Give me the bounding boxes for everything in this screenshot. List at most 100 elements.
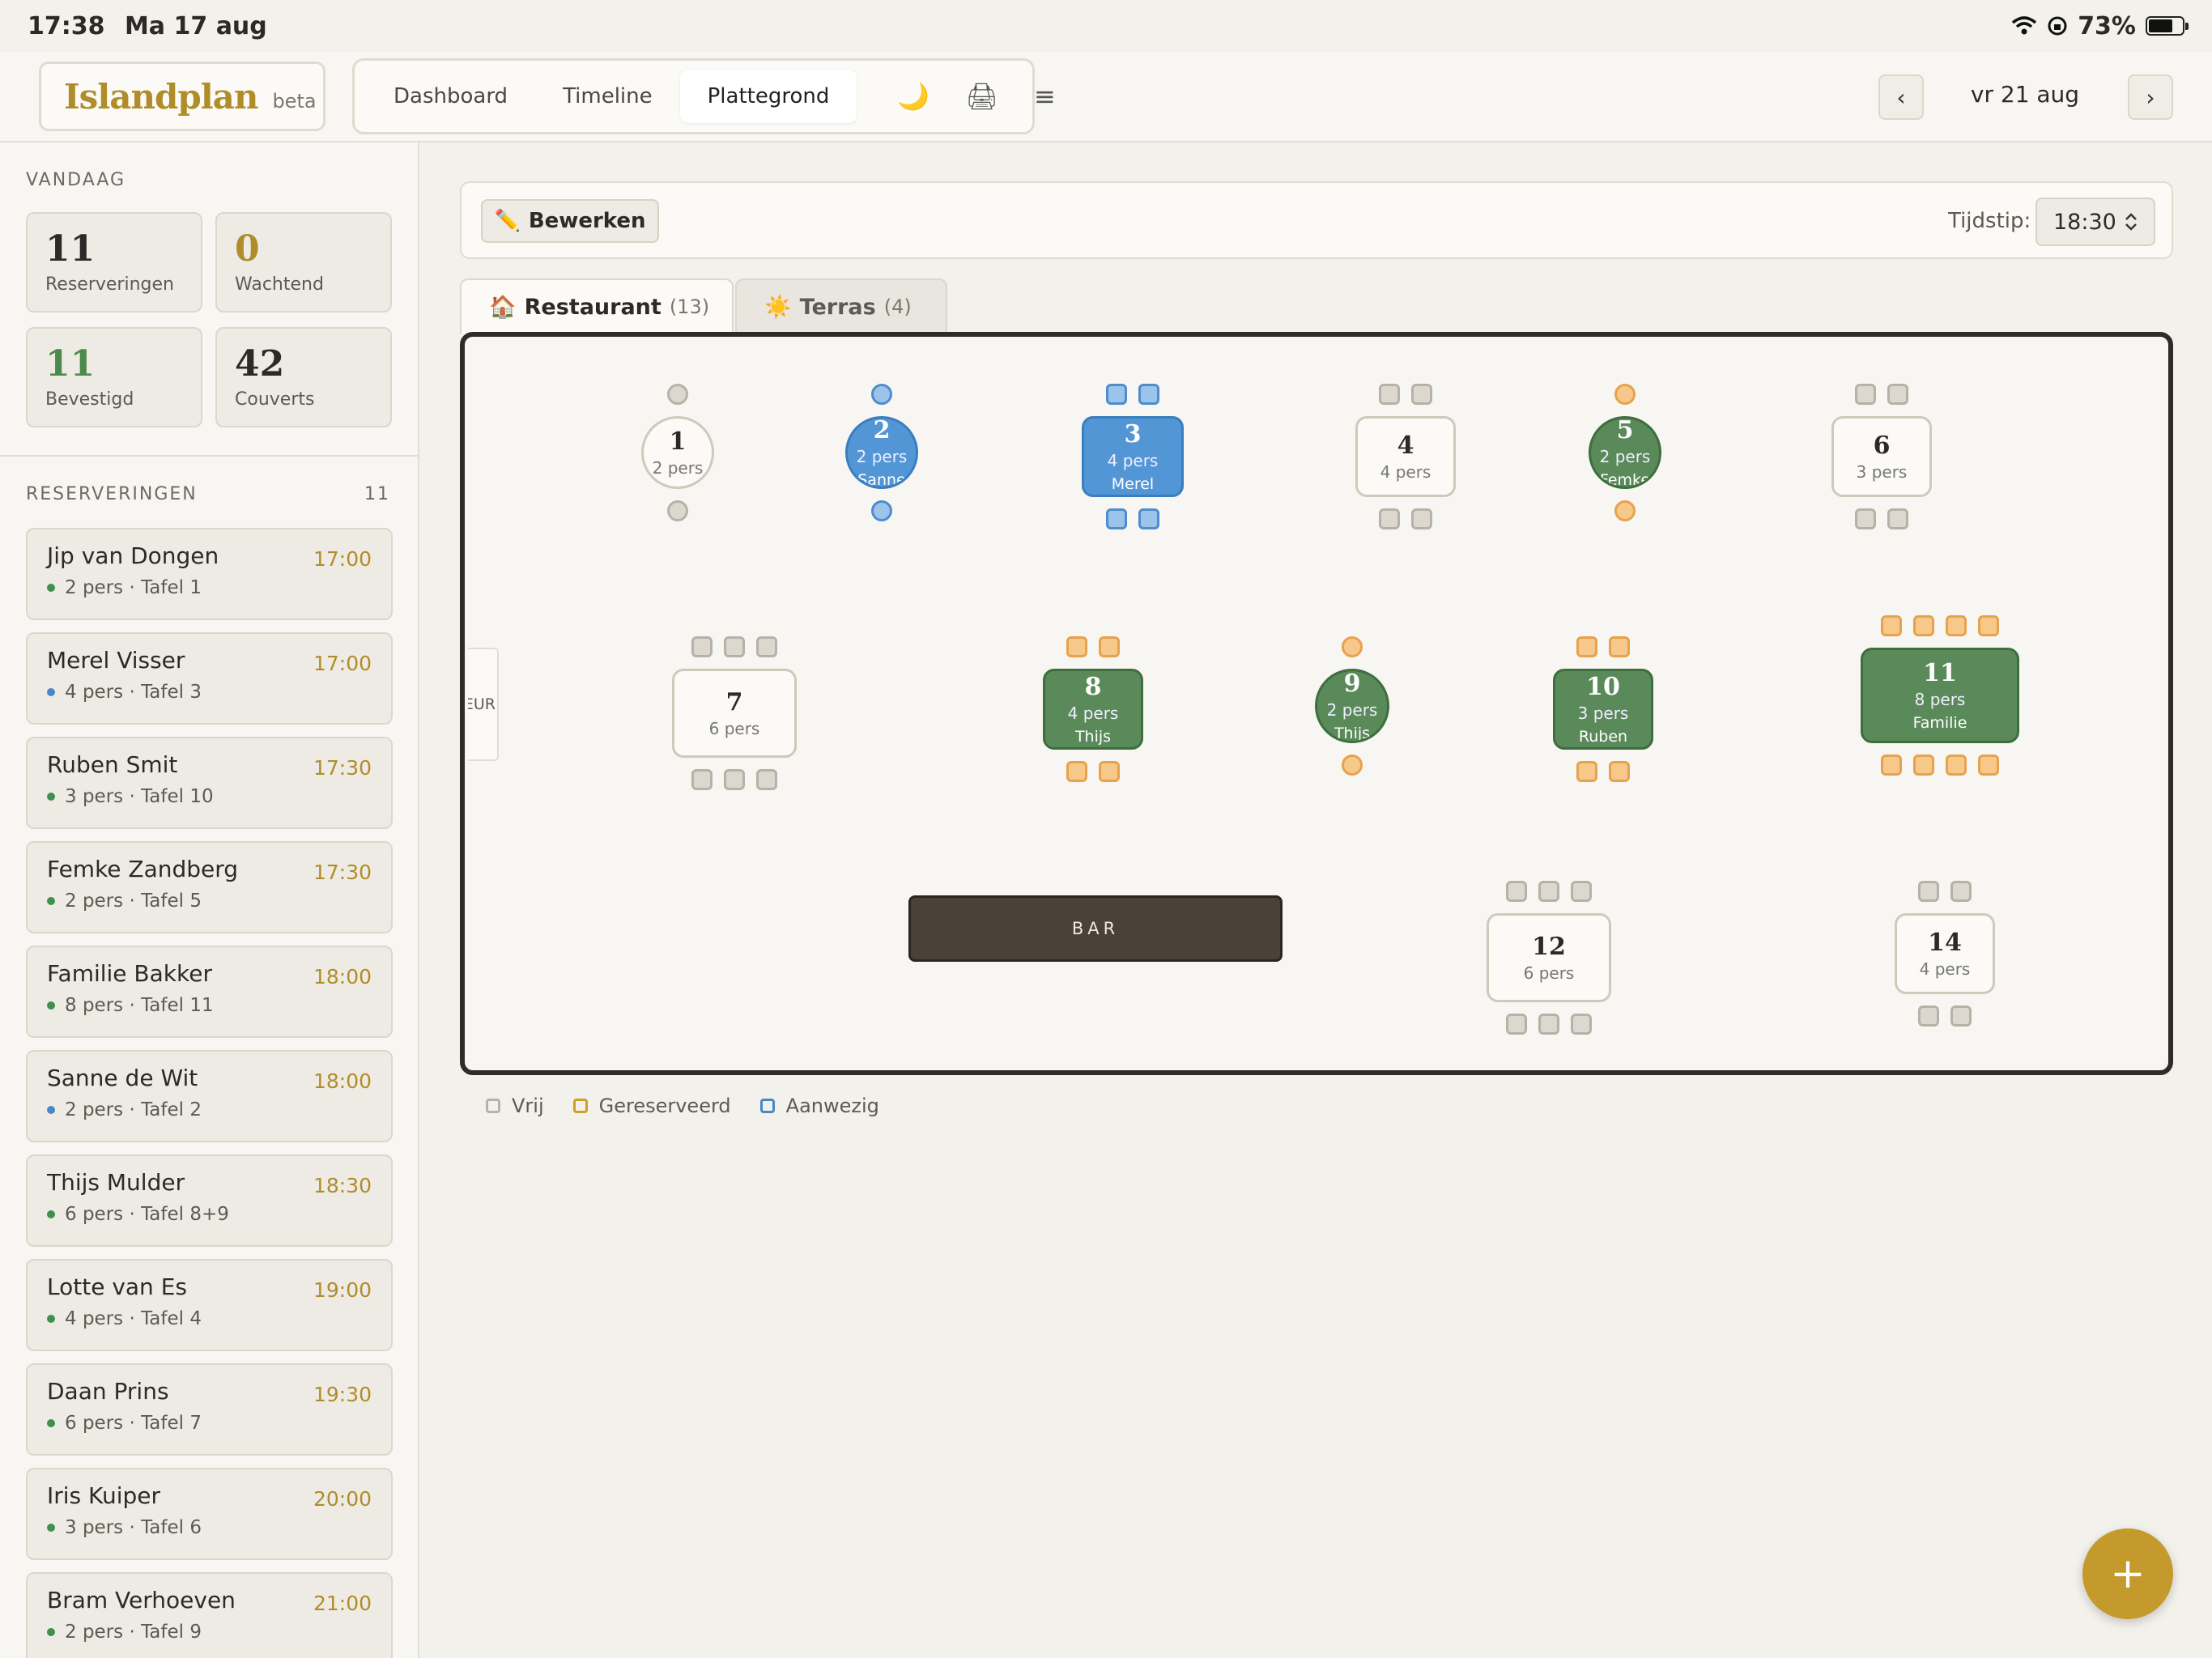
table-capacity: 6 pers: [708, 718, 760, 738]
seat: [1576, 636, 1597, 657]
table-12[interactable]: 12 6 pers: [1487, 913, 1611, 1002]
reservation-card[interactable]: Lotte van Es 19:00 4 pers · Tafel 4: [26, 1259, 393, 1351]
next-date-button[interactable]: ›: [2128, 74, 2173, 120]
seat: [1538, 1014, 1559, 1035]
reservation-card[interactable]: Jip van Dongen 17:00 2 pers · Tafel 1: [26, 528, 393, 620]
logo[interactable]: Islandplan beta: [39, 62, 325, 131]
table-8[interactable]: 84 pers Thijs: [1043, 669, 1143, 750]
reservation-card[interactable]: Ruben Smit 17:30 3 pers · Tafel 10: [26, 737, 393, 829]
table-number: 4: [1397, 431, 1414, 460]
stat-number: 42: [235, 343, 285, 385]
table-3[interactable]: 34 pers Merel: [1082, 416, 1184, 497]
table-capacity: 3 pers: [1577, 703, 1629, 723]
reservation-meta: 3 pers · Tafel 10: [65, 786, 214, 807]
table-capacity: 6 pers: [1523, 963, 1575, 983]
time-select[interactable]: 18:30: [2035, 198, 2155, 246]
seat: [1106, 384, 1127, 405]
add-reservation-button[interactable]: +: [2082, 1528, 2173, 1619]
tab-plattegrond[interactable]: Plattegrond: [679, 70, 857, 123]
reservation-card[interactable]: Thijs Mulder 18:30 6 pers · Tafel 8+9: [26, 1154, 393, 1247]
floor-toolbar: ✏️ Bewerken Tijdstip: 18:30: [460, 181, 2173, 259]
reservation-meta: 3 pers · Tafel 6: [65, 1517, 202, 1538]
legend-present: Aanwezig: [759, 1095, 879, 1117]
table-7[interactable]: 76 pers: [672, 669, 797, 758]
app-header: Islandplan beta Dashboard Timeline Platt…: [0, 52, 2212, 142]
table-number: 10: [1586, 672, 1620, 701]
reservation-card[interactable]: Bram Verhoeven 21:00 2 pers · Tafel 9: [26, 1572, 393, 1658]
table-capacity: 4 pers: [1380, 461, 1431, 482]
stat-card: 0 Wachtend: [215, 212, 392, 312]
reservation-card[interactable]: Sanne de Wit 18:00 2 pers · Tafel 2: [26, 1050, 393, 1142]
seat: [1978, 615, 1999, 636]
menu-icon[interactable]: ≡: [1016, 81, 1074, 112]
status-dot: [47, 688, 55, 696]
seat: [1887, 384, 1908, 405]
table-number: 3: [1124, 419, 1142, 449]
stat-label: Reserveringen: [45, 274, 174, 295]
seat: [756, 636, 777, 657]
seat: [1978, 755, 1999, 776]
reservation-meta-row: 3 pers · Tafel 10: [47, 786, 372, 807]
table-1[interactable]: 12 pers: [641, 416, 714, 489]
reservation-card[interactable]: Femke Zandberg 17:30 2 pers · Tafel 5: [26, 841, 393, 933]
reservation-time: 20:00: [313, 1487, 372, 1511]
table-number: 9: [1343, 669, 1361, 698]
prev-date-button[interactable]: ‹: [1878, 74, 1924, 120]
tab-restaurant-label: Restaurant: [524, 294, 661, 320]
tab-restaurant[interactable]: 🏠 Restaurant (13): [460, 278, 734, 334]
stat-number: 11: [45, 343, 96, 385]
stat-number: 0: [235, 228, 260, 270]
table-10[interactable]: 10 3 pers Ruben: [1553, 669, 1653, 750]
wifi-icon: [2012, 16, 2037, 35]
table-4[interactable]: 44 pers: [1355, 416, 1456, 497]
table-6[interactable]: 63 pers: [1831, 416, 1932, 497]
table-2[interactable]: 22 pers Sanne: [845, 416, 918, 489]
reservation-meta-row: 6 pers · Tafel 7: [47, 1413, 372, 1434]
tab-timeline[interactable]: Timeline: [535, 70, 680, 123]
tab-terras-count: (4): [883, 295, 912, 318]
reservation-time: 18:00: [313, 1069, 372, 1093]
tab-terras[interactable]: ☀️ Terras (4): [735, 278, 947, 334]
table-5[interactable]: 52 pers Femke: [1589, 416, 1661, 489]
seat: [1571, 1014, 1592, 1035]
status-right: 73%: [2011, 12, 2189, 40]
seat: [1066, 636, 1087, 657]
status-dot: [47, 897, 55, 905]
seat: [1138, 384, 1159, 405]
stat-number: 11: [45, 228, 96, 270]
reservation-card[interactable]: Iris Kuiper 20:00 3 pers · Tafel 6: [26, 1468, 393, 1560]
legend-present-swatch: [759, 1099, 775, 1113]
seat: [691, 636, 713, 657]
floor-plan: DEUR BAR 12 pers22 persSanne34 persMerel…: [460, 332, 2173, 1075]
table-number: 1: [669, 427, 687, 456]
reservation-card[interactable]: Daan Prins 19:30 6 pers · Tafel 7: [26, 1363, 393, 1456]
print-icon[interactable]: 🖨: [947, 81, 1016, 112]
edit-button[interactable]: ✏️ Bewerken: [481, 199, 659, 243]
status-dot: [47, 1001, 55, 1010]
edit-button-label: Bewerken: [528, 209, 646, 233]
table-14[interactable]: 14 4 pers: [1895, 913, 1995, 994]
seat: [1950, 1005, 1972, 1027]
seat: [1946, 755, 1967, 776]
table-9[interactable]: 92 pers Thijs: [1315, 669, 1389, 743]
table-number: 7: [725, 687, 743, 716]
table-guest: Sanne: [857, 470, 906, 489]
seat: [871, 384, 892, 405]
legend-present-label: Aanwezig: [785, 1095, 879, 1117]
legend-reserved: Gereserveerd: [572, 1095, 731, 1117]
seat: [1506, 1014, 1527, 1035]
legend-free-label: Vrij: [512, 1095, 544, 1117]
tab-dashboard[interactable]: Dashboard: [366, 70, 535, 123]
reservation-card[interactable]: Merel Visser 17:00 4 pers · Tafel 3: [26, 632, 393, 725]
table-number: 12: [1532, 932, 1566, 961]
status-date: Ma 17 aug: [124, 11, 267, 40]
moon-icon[interactable]: 🌙: [879, 81, 947, 112]
seat: [1379, 384, 1400, 405]
legend-reserved-swatch: [572, 1099, 588, 1113]
legend: Vrij Gereserveerd Aanwezig: [486, 1095, 879, 1117]
reservation-time: 19:30: [313, 1383, 372, 1406]
status-time: 17:38: [28, 11, 105, 40]
reservation-card[interactable]: Familie Bakker 18:00 8 pers · Tafel 11: [26, 946, 393, 1038]
table-number: 6: [1873, 431, 1891, 460]
table-11[interactable]: 11 8 pers Familie: [1861, 648, 2019, 743]
